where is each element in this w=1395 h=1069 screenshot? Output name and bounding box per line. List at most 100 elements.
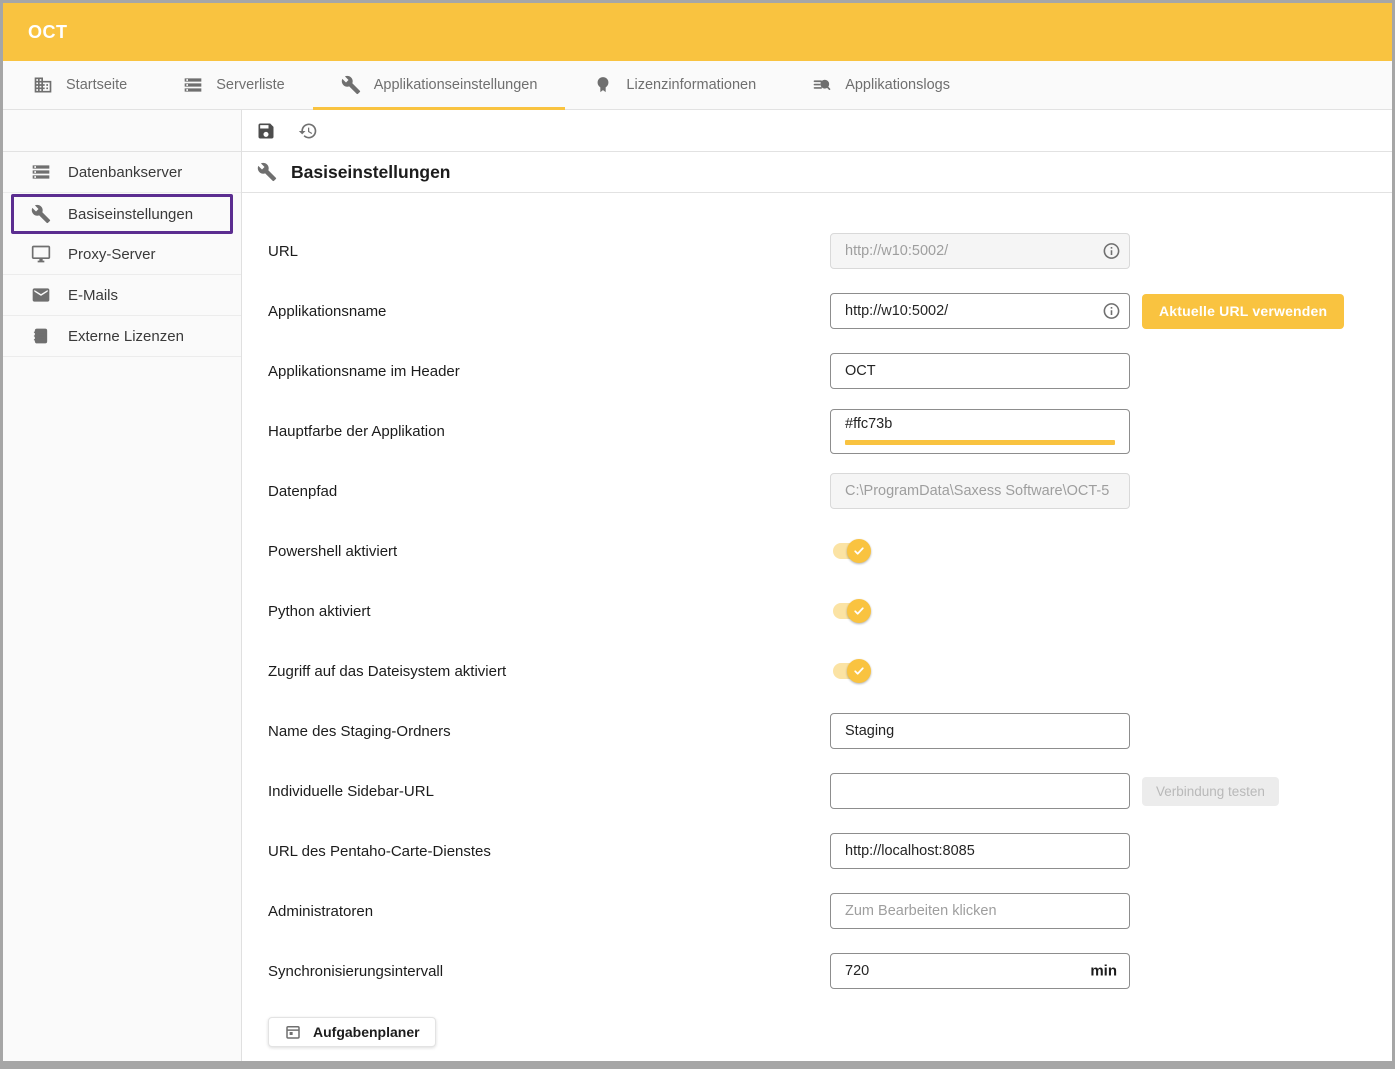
powershell-aktiviert-label: Powershell aktiviert — [268, 543, 830, 560]
tab-serverliste[interactable]: Serverliste — [155, 61, 313, 109]
powershell-aktiviert-toggle[interactable] — [833, 543, 867, 559]
sync-intervall-input-wrap: min — [830, 953, 1130, 989]
administratoren-label: Administratoren — [268, 903, 830, 920]
applikationsname-im-header-label: Applikationsname im Header — [268, 363, 830, 380]
python-aktiviert-label: Python aktiviert — [268, 603, 830, 620]
save-button[interactable] — [250, 115, 282, 147]
server-list-icon — [31, 162, 51, 182]
server-list-icon — [183, 75, 203, 95]
sidebar-item-label: Proxy-Server — [68, 246, 156, 263]
sidebar-url-button: Verbindung testen — [1142, 777, 1279, 806]
sync-intervall-label: Synchronisierungsintervall — [268, 963, 830, 980]
tab-label: Applikationslogs — [845, 77, 950, 93]
main-panel: Basiseinstellungen URL ApplikationsnameAk… — [242, 110, 1392, 1061]
app-header: OCT — [3, 3, 1392, 61]
aufgabenplaner-label: Aufgabenplaner — [313, 1024, 420, 1040]
python-aktiviert-control — [830, 603, 867, 619]
python-aktiviert-toggle[interactable] — [833, 603, 867, 619]
sidebar-spacer — [3, 110, 241, 152]
applikationsname-im-header-input-wrap — [830, 353, 1130, 389]
staging-ordner-input[interactable] — [830, 713, 1130, 749]
info-icon[interactable] — [1102, 242, 1121, 261]
hauptfarbe-input[interactable] — [830, 409, 1130, 454]
tab-label: Serverliste — [216, 77, 285, 93]
hauptfarbe-control — [830, 409, 1130, 454]
tab-applikationslogs[interactable]: Applikationslogs — [784, 61, 978, 109]
sidebar-item-datenbankserver[interactable]: Datenbankserver — [3, 152, 241, 193]
staging-ordner-control — [830, 713, 1130, 749]
datenpfad-input-wrap — [830, 473, 1130, 509]
wrench-icon — [341, 75, 361, 95]
document-icon — [31, 326, 51, 346]
sidebar-url-input-wrap — [830, 773, 1130, 809]
tab-bar: Startseite Serverliste Applikationseinstel… — [3, 61, 1392, 110]
pentaho-url-label: URL des Pentaho-Carte-Dienstes — [268, 843, 830, 860]
form-row-python-aktiviert: Python aktiviert — [268, 581, 1392, 641]
url-input — [830, 233, 1130, 269]
administratoren-control — [830, 893, 1130, 929]
sidebar-item-e-mails[interactable]: E-Mails — [3, 275, 241, 316]
applikationsname-input-wrap — [830, 293, 1130, 329]
monitor-icon — [31, 244, 51, 264]
url-control — [830, 233, 1130, 269]
tab-label: Lizenzinformationen — [626, 77, 756, 93]
hauptfarbe-color-preview — [845, 440, 1115, 445]
app-window: OCT Startseite Serverliste Applikationsein… — [0, 0, 1395, 1069]
sidebar-url-label: Individuelle Sidebar-URL — [268, 783, 830, 800]
sidebar-item-basiseinstellungen[interactable]: Basiseinstellungen — [11, 194, 233, 234]
sync-intervall-input[interactable] — [830, 953, 1130, 989]
powershell-aktiviert-control — [830, 543, 867, 559]
staging-ordner-label: Name des Staging-Ordners — [268, 723, 830, 740]
applikationsname-input[interactable] — [830, 293, 1130, 329]
toggle-check-icon — [847, 539, 871, 563]
form-row-dateisystem-zugriff: Zugriff auf das Dateisystem aktiviert — [268, 641, 1392, 701]
tab-startseite[interactable]: Startseite — [5, 61, 155, 109]
pentaho-url-control — [830, 833, 1130, 869]
administratoren-input-wrap — [830, 893, 1130, 929]
hauptfarbe-input-wrap — [830, 409, 1130, 454]
form-row-hauptfarbe: Hauptfarbe der Applikation — [268, 401, 1392, 461]
sidebar-item-externe-lizenzen[interactable]: Externe Lizenzen — [3, 316, 241, 357]
calendar-icon — [284, 1023, 302, 1041]
wrench-icon — [257, 162, 277, 182]
info-icon[interactable] — [1102, 302, 1121, 321]
dateisystem-zugriff-control — [830, 663, 867, 679]
sidebar-item-proxy-server[interactable]: Proxy-Server — [3, 234, 241, 275]
form-row-powershell-aktiviert: Powershell aktiviert — [268, 521, 1392, 581]
form-row-staging-ordner: Name des Staging-Ordners — [268, 701, 1392, 761]
toggle-check-icon — [847, 599, 871, 623]
applikationsname-im-header-control — [830, 353, 1130, 389]
tab-applikationseinstellungen[interactable]: Applikationseinstellungen — [313, 61, 566, 109]
history-button[interactable] — [292, 115, 324, 147]
staging-ordner-input-wrap — [830, 713, 1130, 749]
form-row-administratoren: Administratoren — [268, 881, 1392, 941]
aufgabenplaner-button[interactable]: Aufgabenplaner — [268, 1017, 436, 1047]
form-row-applikationsname-im-header: Applikationsname im Header — [268, 341, 1392, 401]
pentaho-url-input[interactable] — [830, 833, 1130, 869]
license-badge-icon — [593, 75, 613, 95]
sidebar-item-label: Externe Lizenzen — [68, 328, 184, 345]
page-heading: Basiseinstellungen — [242, 152, 1392, 193]
tab-label: Applikationseinstellungen — [374, 77, 538, 93]
datenpfad-label: Datenpfad — [268, 483, 830, 500]
form-row-sidebar-url: Individuelle Sidebar-URL Verbindung teste… — [268, 761, 1392, 821]
applikationsname-control: Aktuelle URL verwenden — [830, 293, 1344, 329]
administratoren-input[interactable] — [830, 893, 1130, 929]
form-row-sync-intervall: Synchronisierungsintervall min — [268, 941, 1392, 1001]
content-area: DatenbankserverBasiseinstellungen Proxy-S… — [3, 110, 1392, 1061]
url-input-wrap — [830, 233, 1130, 269]
sidebar-url-input[interactable] — [830, 773, 1130, 809]
datenpfad-input — [830, 473, 1130, 509]
sync-intervall-control: min — [830, 953, 1130, 989]
applikationsname-im-header-input[interactable] — [830, 353, 1130, 389]
tab-label: Startseite — [66, 77, 127, 93]
applikationsname-button[interactable]: Aktuelle URL verwenden — [1142, 294, 1344, 329]
settings-form: URL ApplikationsnameAktuelle URL verwende… — [242, 193, 1392, 1047]
pentaho-url-input-wrap — [830, 833, 1130, 869]
url-label: URL — [268, 243, 830, 260]
log-search-icon — [812, 75, 832, 95]
dateisystem-zugriff-toggle[interactable] — [833, 663, 867, 679]
tab-lizenzinformationen[interactable]: Lizenzinformationen — [565, 61, 784, 109]
form-row-applikationsname: ApplikationsnameAktuelle URL verwenden — [268, 281, 1392, 341]
sync-intervall-unit-suffix: min — [1090, 963, 1117, 980]
